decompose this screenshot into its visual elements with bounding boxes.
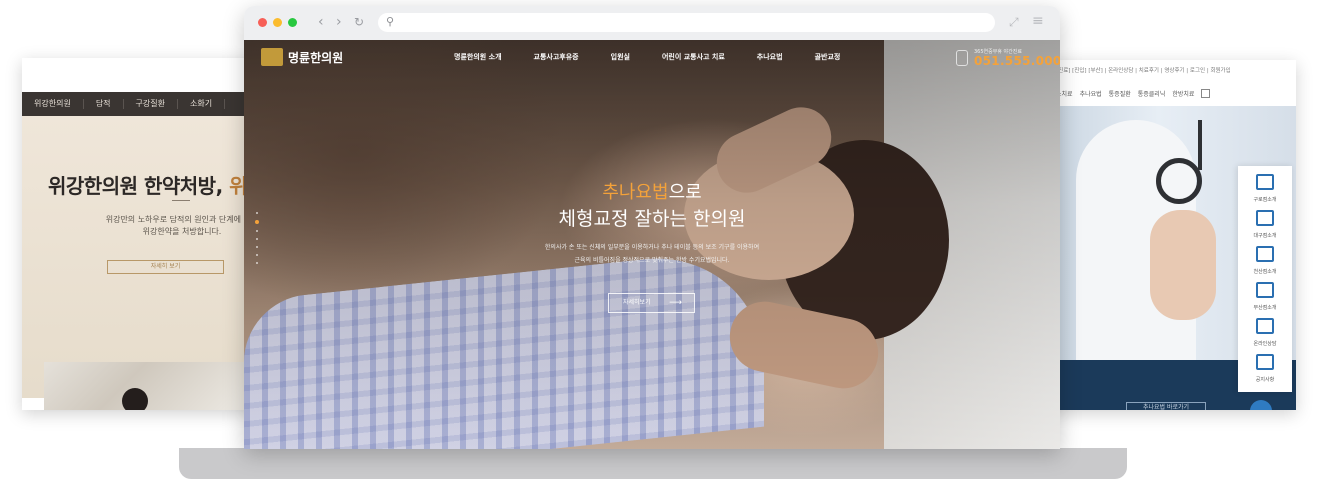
reload-icon[interactable]: ↻: [354, 13, 364, 31]
quick-menu-item[interactable]: 천산점소개: [1238, 240, 1292, 275]
hero-more-button[interactable]: 자세히보기 ⟶: [608, 293, 695, 313]
left-preview-card: 위강한의원 담적 구강질환 소화기 위강한의원 한약처방, 위 위강만의 노하우…: [22, 58, 272, 410]
megaphone-icon: [1256, 354, 1274, 370]
building-icon: [1256, 246, 1274, 262]
nav-item-traffic-accident[interactable]: 교통사고후유증: [534, 52, 579, 62]
right-menu-item[interactable]: 통증질환: [1109, 89, 1131, 98]
stethoscope-shape: [1156, 158, 1202, 204]
maximize-window-dot[interactable]: [288, 18, 297, 27]
left-nav-item[interactable]: 담적: [84, 99, 124, 109]
right-utility-links[interactable]: [진료] [진입] [부산] | 온라인상담 | 치료후기 | 영상후기 | 로…: [1056, 66, 1231, 74]
building-icon: [1256, 174, 1274, 190]
phone-number[interactable]: 051.555.0008: [974, 54, 1060, 68]
close-window-dot[interactable]: [258, 18, 267, 27]
browser-window: ‹ › ↻ ⚲ ⤢ ≡ 명륜한의원 명륜한의원 소개 교통사고후유증 입원실 어…: [244, 6, 1060, 449]
left-hero-background: [22, 116, 272, 398]
hamburger-menu-icon[interactable]: ≡: [1032, 13, 1044, 29]
right-bottom-button[interactable]: 추나요법 바로가기: [1126, 402, 1206, 410]
browser-titlebar: ‹ › ↻ ⚲ ⤢ ≡: [244, 6, 1060, 40]
expand-icon[interactable]: ⤢: [1009, 15, 1019, 30]
forward-arrow-icon[interactable]: ›: [336, 13, 342, 31]
stethoscope-tube-shape: [1198, 120, 1202, 170]
left-more-button[interactable]: 자세히 보기: [107, 260, 224, 274]
clinic-logo-icon[interactable]: [261, 48, 283, 66]
right-menu-item[interactable]: 통증클리닉: [1138, 89, 1166, 98]
quick-menu-item[interactable]: 구로점소개: [1238, 168, 1292, 203]
pager-dot[interactable]: [256, 238, 258, 240]
left-thumbnail-image: [44, 362, 254, 410]
minimize-window-dot[interactable]: [273, 18, 282, 27]
right-preview-card: [진료] [진입] [부산] | 온라인상담 | 치료후기 | 영상후기 | 로…: [1046, 60, 1296, 410]
nav-item-pelvis[interactable]: 골반교정: [815, 52, 841, 62]
laptop-base: [179, 448, 1127, 479]
monitor-icon: [1256, 318, 1274, 334]
building-icon: [1256, 210, 1274, 226]
quick-menu-item[interactable]: 부산점소개: [1238, 276, 1292, 311]
quick-menu-item[interactable]: 공지사항: [1238, 348, 1292, 383]
doctor-hand-shape: [1150, 210, 1216, 320]
hero-headline-2: 체형교정 잘하는 한의원: [558, 208, 746, 230]
left-nav-item[interactable]: 구강질환: [124, 99, 178, 109]
menu-toggle-icon[interactable]: [1201, 89, 1211, 98]
website-viewport: 명륜한의원 명륜한의원 소개 교통사고후유증 입원실 어린이 교통사고 치료 추…: [244, 40, 1060, 449]
address-bar[interactable]: ⚲: [378, 13, 995, 32]
search-icon: ⚲: [386, 15, 395, 28]
right-menu: 소치료 추나요법 통증질환 통증클리닉 한방치료: [1056, 89, 1211, 98]
nav-item-inpatient[interactable]: 입원실: [611, 52, 630, 62]
left-nav-item[interactable]: 위강한의원: [22, 99, 84, 109]
nav-item-chuna[interactable]: 추나요법: [757, 52, 783, 62]
hero-headline-1: 추나요법으로: [602, 182, 702, 203]
left-hero-title: 위강한의원 한약처방, 위: [48, 174, 248, 198]
left-nav-bar: 위강한의원 담적 구강질환 소화기: [22, 92, 272, 116]
building-icon: [1256, 282, 1274, 298]
arrow-right-icon: ⟶: [669, 298, 682, 308]
quick-menu-item[interactable]: 대구점소개: [1238, 204, 1292, 239]
right-menu-item[interactable]: 추나요법: [1080, 89, 1102, 98]
nav-item-about[interactable]: 명륜한의원 소개: [454, 52, 502, 62]
hero-description-2: 근육의 비틀어짐을 정상적으로 맞춰주는 한방 수기요법입니다.: [574, 257, 730, 264]
clinic-logo-text[interactable]: 명륜한의원: [288, 49, 343, 66]
nav-item-child-accident[interactable]: 어린이 교통사고 치료: [662, 52, 725, 62]
left-nav-item[interactable]: 소화기: [178, 99, 226, 109]
right-menu-item[interactable]: 한방치료: [1172, 89, 1194, 98]
hero-description-1: 한의사가 손 또는 신체의 일부분을 이용하거나 추나 테이블 등의 보조 기구…: [544, 244, 760, 251]
main-navigation: 명륜한의원 소개 교통사고후유증 입원실 어린이 교통사고 치료 추나요법 골반…: [454, 52, 872, 62]
quick-menu-item[interactable]: 온라인상담: [1238, 312, 1292, 347]
phone-icon: [956, 50, 968, 66]
back-arrow-icon[interactable]: ‹: [318, 13, 324, 31]
left-hero-divider: [172, 200, 190, 201]
quick-menu: 구로점소개 대구점소개 천산점소개 부산점소개 온라인상담 공지사항: [1238, 166, 1292, 392]
